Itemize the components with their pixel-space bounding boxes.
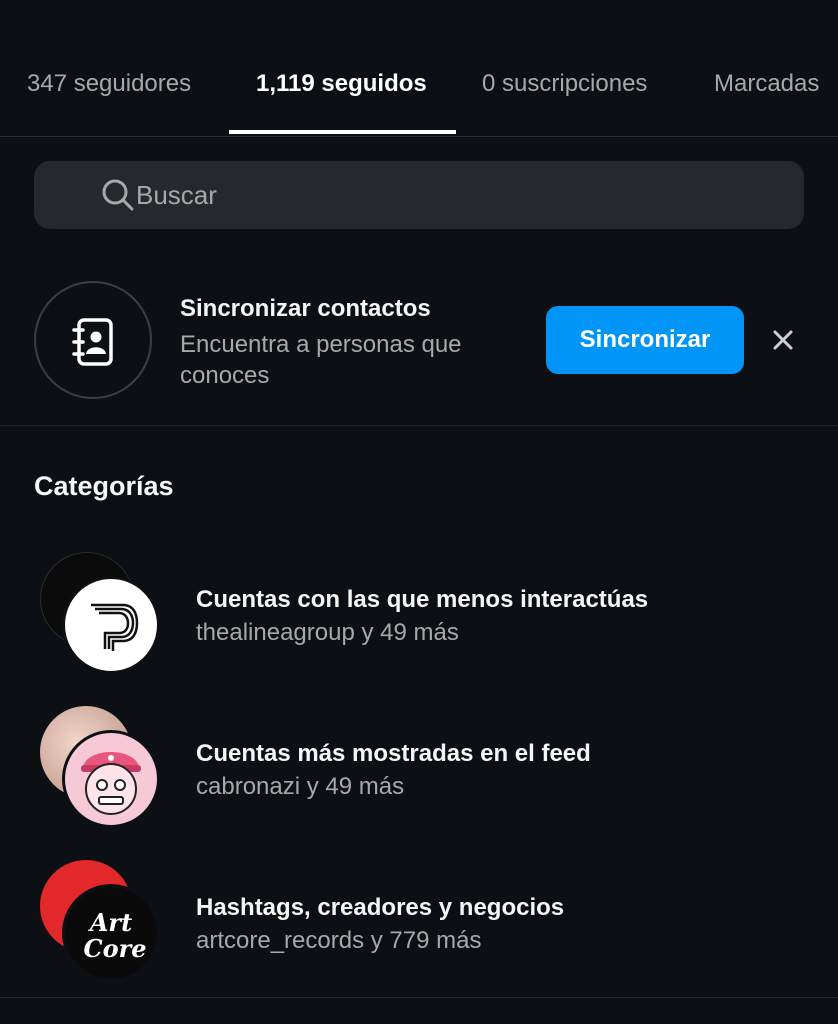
category-subtitle: thealineagroup y 49 más xyxy=(196,619,459,646)
divider xyxy=(0,997,838,998)
category-title: Cuentas con las que menos interactúas xyxy=(196,586,649,613)
category-title: Cuentas más mostradas en el feed xyxy=(196,740,591,767)
contacts-avatar xyxy=(34,281,152,399)
search-icon xyxy=(102,179,134,211)
svg-text:Core: Core xyxy=(83,934,146,963)
avatar: Art Core xyxy=(62,884,160,982)
category-subtitle: cabronazi y 49 más xyxy=(196,773,405,800)
category-row-hashtags[interactable]: Art Core Hashtags, creadores y negocios … xyxy=(0,860,838,1000)
sync-button[interactable]: Sincronizar xyxy=(546,306,744,374)
profile-tabs: 347 seguidores 1,119 seguidos 0 suscripc… xyxy=(0,0,838,137)
sync-contacts-subtitle: Encuentra a personas que conoces xyxy=(180,331,462,389)
sync-contacts-title: Sincronizar contactos xyxy=(180,295,431,322)
avatar xyxy=(62,730,160,828)
category-subtitle: artcore_records y 779 más xyxy=(196,927,482,954)
contact-book-icon xyxy=(72,318,113,366)
tab-followers[interactable]: 347 seguidores xyxy=(27,70,191,98)
tab-following[interactable]: 1,119 seguidos xyxy=(256,70,427,98)
artcore-logo-icon: Art Core xyxy=(83,908,146,963)
search-bar[interactable] xyxy=(34,161,804,229)
active-tab-indicator xyxy=(229,130,456,134)
close-icon[interactable] xyxy=(771,328,795,352)
category-title: Hashtags, creadores y negocios xyxy=(196,894,565,921)
avatar xyxy=(62,576,160,674)
category-row-most-shown[interactable]: Cuentas más mostradas en el feed cabrona… xyxy=(0,706,838,846)
svg-text:Art: Art xyxy=(88,908,132,937)
categories-heading: Categorías xyxy=(34,471,174,501)
divider xyxy=(0,425,838,426)
tab-tagged[interactable]: Marcadas xyxy=(714,70,819,98)
cartoon-face-icon xyxy=(81,752,141,815)
category-row-least-interacted[interactable]: Cuentas con las que menos interactúas th… xyxy=(0,552,838,692)
search-input[interactable] xyxy=(136,161,776,229)
tab-subscriptions[interactable]: 0 suscripciones xyxy=(482,70,647,98)
alinea-logo-icon xyxy=(91,603,139,651)
